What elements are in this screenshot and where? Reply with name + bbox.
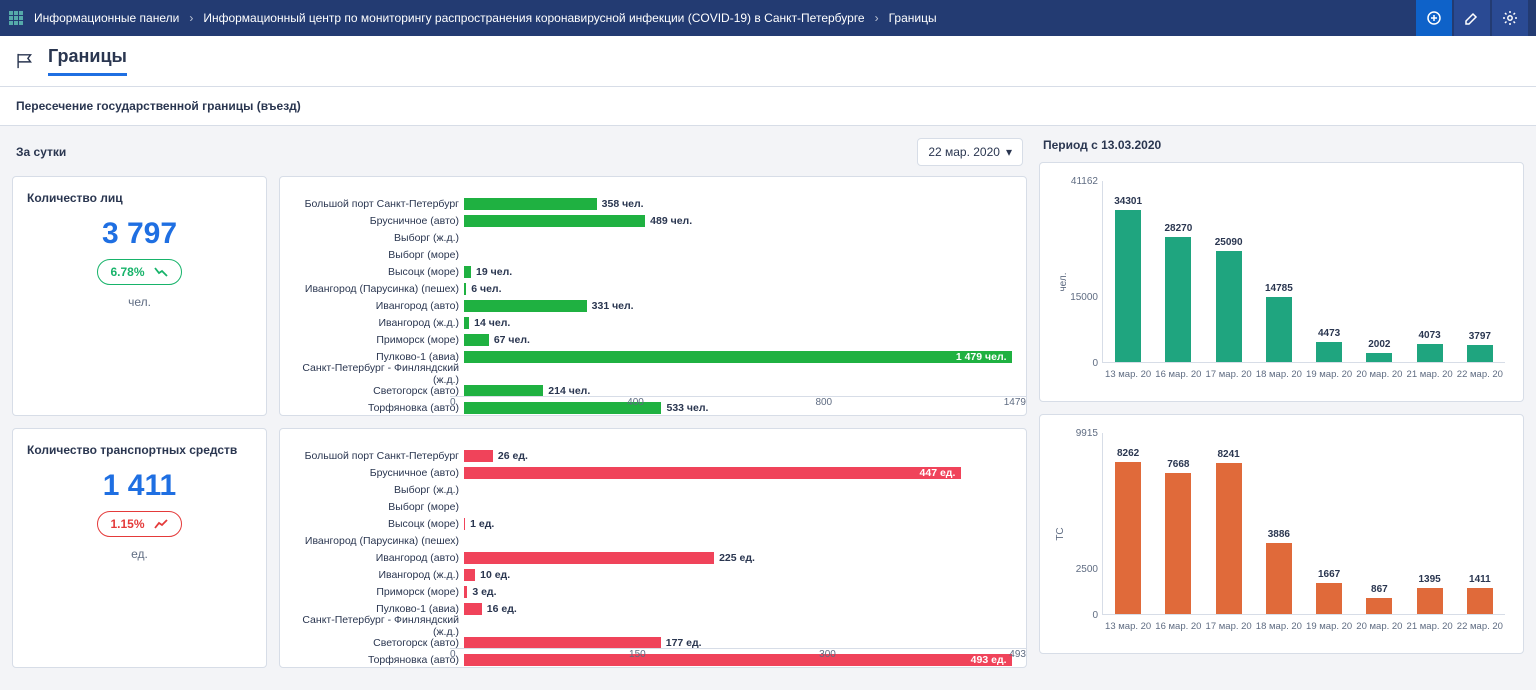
kpi-vehicles-title: Количество транспортных средств: [27, 443, 252, 457]
hbar-label: Брусничное (авто): [294, 215, 459, 227]
hbar-label: Выборг (ж.д.): [294, 484, 459, 496]
per-day-label: За сутки: [16, 145, 66, 159]
kpi-persons-value: 3 797: [27, 217, 252, 251]
chevron-down-icon: ▾: [1006, 145, 1012, 159]
app-icon: [8, 10, 24, 26]
flag-icon: [16, 53, 38, 69]
trend-down-icon: [153, 264, 169, 280]
hbar-label: Выборг (ж.д.): [294, 232, 459, 244]
hbar-label: Большой порт Санкт-Петербург: [294, 198, 459, 210]
hbar-label: Ивангород (Парусинка) (пешех): [294, 535, 459, 547]
kpi-persons-title: Количество лиц: [27, 191, 252, 205]
vehicles-vbar-chart: ТС025009915826213 мар. 20766816 мар. 208…: [1039, 414, 1524, 654]
hbar-label: Санкт-Петербург - Финляндский (ж.д.): [294, 614, 459, 638]
hbar-label: Светогорск (авто): [294, 637, 459, 649]
page-header: Границы: [0, 36, 1536, 87]
kpi-persons-card: Количество лиц 3 797 6.78% чел.: [12, 176, 267, 416]
kpi-vehicles-unit: ед.: [27, 547, 252, 561]
kpi-persons-delta: 6.78%: [97, 259, 181, 285]
breadcrumb: Информационные панели › Информационный ц…: [8, 10, 1416, 26]
hbar-label: Ивангород (авто): [294, 300, 459, 312]
hbar-label: Торфяновка (авто): [294, 654, 459, 666]
period-label: Период с 13.03.2020: [1039, 134, 1524, 162]
breadcrumb-mid[interactable]: Информационный центр по мониторингу расп…: [203, 11, 864, 25]
hbar-label: Большой порт Санкт-Петербург: [294, 450, 459, 462]
hbar-label: Приморск (море): [294, 334, 459, 346]
chevron-right-icon: ›: [875, 11, 879, 25]
kpi-vehicles-card: Количество транспортных средств 1 411 1.…: [12, 428, 267, 668]
edit-button[interactable]: [1454, 0, 1490, 36]
hbar-label: Санкт-Петербург - Финляндский (ж.д.): [294, 362, 459, 386]
date-picker-value: 22 мар. 2020: [928, 145, 1000, 159]
hbar-label: Торфяновка (авто): [294, 402, 459, 414]
top-nav: Информационные панели › Информационный ц…: [0, 0, 1536, 36]
kpi-persons-unit: чел.: [27, 295, 252, 309]
hbar-label: Высоцк (море): [294, 518, 459, 530]
kpi-vehicles-value: 1 411: [27, 469, 252, 503]
hbar-label: Выборг (море): [294, 501, 459, 513]
persons-hbar-chart: Большой порт Санкт-Петербург358 чел.Брус…: [279, 176, 1027, 416]
settings-button[interactable]: [1492, 0, 1528, 36]
trend-up-icon: [153, 516, 169, 532]
breadcrumb-root[interactable]: Информационные панели: [34, 11, 179, 25]
add-button[interactable]: [1416, 0, 1452, 36]
hbar-label: Приморск (море): [294, 586, 459, 598]
hbar-label: Выборг (море): [294, 249, 459, 261]
hbar-label: Ивангород (ж.д.): [294, 317, 459, 329]
page-title: Границы: [48, 46, 127, 76]
hbar-label: Светогорск (авто): [294, 385, 459, 397]
kpi-vehicles-delta: 1.15%: [97, 511, 181, 537]
date-picker[interactable]: 22 мар. 2020 ▾: [917, 138, 1023, 166]
hbar-label: Брусничное (авто): [294, 467, 459, 479]
section-title: Пересечение государственной границы (въе…: [0, 87, 1536, 126]
hbar-label: Ивангород (авто): [294, 552, 459, 564]
persons-vbar-chart: чел.015000411623430113 мар. 202827016 ма…: [1039, 162, 1524, 402]
hbar-label: Ивангород (Парусинка) (пешех): [294, 283, 459, 295]
chevron-right-icon: ›: [189, 11, 193, 25]
vehicles-hbar-chart: Большой порт Санкт-Петербург26 ед.Брусни…: [279, 428, 1027, 668]
hbar-label: Высоцк (море): [294, 266, 459, 278]
hbar-label: Ивангород (ж.д.): [294, 569, 459, 581]
breadcrumb-leaf[interactable]: Границы: [889, 11, 937, 25]
